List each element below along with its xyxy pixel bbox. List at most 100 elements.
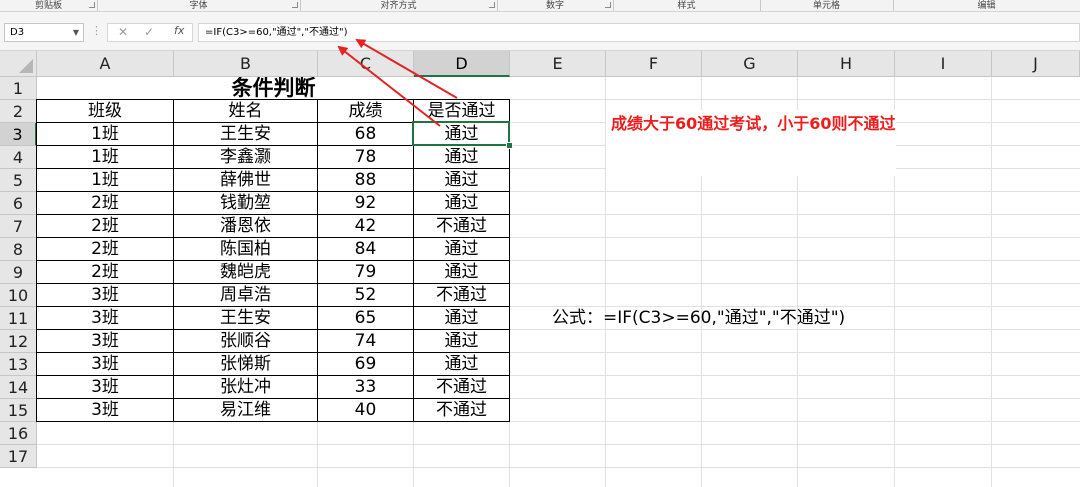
name-cell[interactable]: 薛佛世 — [174, 169, 318, 192]
row-header-14[interactable]: 14 — [0, 376, 37, 399]
formula-input[interactable]: =IF(C3>=60,"通过","不通过") — [198, 23, 1080, 42]
column-header-d[interactable]: D — [414, 51, 510, 77]
name-box-value: D3 — [10, 27, 25, 38]
column-header-f[interactable]: F — [606, 51, 702, 77]
column-title-cell[interactable]: 是否通过 — [414, 100, 510, 123]
row-header-6[interactable]: 6 — [0, 192, 37, 215]
name-cell[interactable]: 张悌斯 — [174, 353, 318, 376]
class-cell[interactable]: 2班 — [37, 192, 174, 215]
dialog-launcher-icon[interactable] — [89, 2, 95, 8]
ribbon-group-5: 单元格 — [760, 0, 894, 11]
score-cell[interactable]: 42 — [318, 215, 414, 238]
name-cell[interactable]: 陈国柏 — [174, 238, 318, 261]
fill-handle[interactable] — [506, 142, 513, 149]
column-header-c[interactable]: C — [318, 51, 414, 77]
pass-status-cell[interactable]: 通过 — [414, 353, 510, 376]
dialog-launcher-icon[interactable] — [605, 2, 611, 8]
pass-status-cell[interactable]: 通过 — [414, 330, 510, 353]
class-cell[interactable]: 1班 — [37, 169, 174, 192]
column-header-j[interactable]: J — [992, 51, 1080, 77]
class-cell[interactable]: 2班 — [37, 261, 174, 284]
class-cell[interactable]: 3班 — [37, 330, 174, 353]
name-cell[interactable]: 易江维 — [174, 399, 318, 422]
name-cell[interactable]: 钱勤堃 — [174, 192, 318, 215]
score-cell[interactable]: 33 — [318, 376, 414, 399]
score-cell[interactable]: 74 — [318, 330, 414, 353]
row-header-1[interactable]: 1 — [0, 77, 37, 100]
name-cell[interactable]: 王生安 — [174, 307, 318, 330]
name-cell[interactable]: 李鑫灏 — [174, 146, 318, 169]
ribbon-group-3: 数字 — [497, 0, 614, 11]
name-cell[interactable]: 张灶冲 — [174, 376, 318, 399]
row-header-17[interactable]: 17 — [0, 445, 37, 468]
class-cell[interactable]: 3班 — [37, 307, 174, 330]
pass-status-cell[interactable]: 通过 — [414, 307, 510, 330]
class-cell[interactable]: 1班 — [37, 123, 174, 146]
score-cell[interactable]: 40 — [318, 399, 414, 422]
class-cell[interactable]: 3班 — [37, 399, 174, 422]
class-cell[interactable]: 3班 — [37, 353, 174, 376]
row-header-9[interactable]: 9 — [0, 261, 37, 284]
row-header-5[interactable]: 5 — [0, 169, 37, 192]
pass-status-cell[interactable]: 不通过 — [414, 284, 510, 307]
column-title-cell[interactable]: 班级 — [37, 100, 174, 123]
score-cell[interactable]: 84 — [318, 238, 414, 261]
row-header-12[interactable]: 12 — [0, 330, 37, 353]
name-cell[interactable]: 周卓浩 — [174, 284, 318, 307]
pass-status-cell[interactable]: 通过 — [414, 192, 510, 215]
name-box[interactable]: D3 ▼ — [4, 23, 84, 42]
score-cell[interactable]: 79 — [318, 261, 414, 284]
row-header-16[interactable]: 16 — [0, 422, 37, 445]
check-icon[interactable]: ✓ — [144, 25, 154, 39]
column-header-b[interactable]: B — [174, 51, 318, 77]
row-header-2[interactable]: 2 — [0, 100, 37, 123]
class-cell[interactable]: 2班 — [37, 215, 174, 238]
score-cell[interactable]: 78 — [318, 146, 414, 169]
pass-status-cell[interactable]: 不通过 — [414, 376, 510, 399]
score-cell[interactable]: 52 — [318, 284, 414, 307]
column-title-cell[interactable]: 成绩 — [318, 100, 414, 123]
row-header-11[interactable]: 11 — [0, 307, 37, 330]
column-title-cell[interactable]: 姓名 — [174, 100, 318, 123]
score-cell[interactable]: 88 — [318, 169, 414, 192]
dialog-launcher-icon[interactable] — [292, 2, 298, 8]
score-cell[interactable]: 65 — [318, 307, 414, 330]
column-header-g[interactable]: G — [702, 51, 798, 77]
chevron-down-icon[interactable]: ▼ — [73, 24, 79, 41]
pass-status-cell[interactable]: 通过 — [414, 146, 510, 169]
column-header-a[interactable]: A — [37, 51, 174, 77]
pass-status-cell[interactable]: 通过 — [414, 261, 510, 284]
pass-status-cell[interactable]: 通过 — [414, 238, 510, 261]
class-cell[interactable]: 1班 — [37, 146, 174, 169]
select-all-button[interactable] — [0, 51, 37, 77]
class-cell[interactable]: 3班 — [37, 376, 174, 399]
column-header-h[interactable]: H — [798, 51, 895, 77]
ribbon-group-1: 字体 — [97, 0, 301, 11]
class-cell[interactable]: 2班 — [37, 238, 174, 261]
row-header-10[interactable]: 10 — [0, 284, 37, 307]
name-cell[interactable]: 魏皑虎 — [174, 261, 318, 284]
formula-bar: D3 ▼ ⋮ ✕ ✓ fx =IF(C3>=60,"通过","不通过") — [0, 12, 1080, 51]
row-header-15[interactable]: 15 — [0, 399, 37, 422]
name-cell[interactable]: 王生安 — [174, 123, 318, 146]
row-header-3[interactable]: 3 — [0, 123, 37, 146]
score-cell[interactable]: 68 — [318, 123, 414, 146]
class-cell[interactable]: 3班 — [37, 284, 174, 307]
insert-function-icon[interactable]: fx — [174, 24, 184, 37]
name-cell[interactable]: 潘恩依 — [174, 215, 318, 238]
row-header-8[interactable]: 8 — [0, 238, 37, 261]
pass-status-cell[interactable]: 通过 — [414, 169, 510, 192]
column-header-e[interactable]: E — [510, 51, 606, 77]
row-header-4[interactable]: 4 — [0, 146, 37, 169]
pass-status-cell[interactable]: 不通过 — [414, 215, 510, 238]
column-header-i[interactable]: I — [895, 51, 992, 77]
dialog-launcher-icon[interactable] — [489, 2, 495, 8]
close-icon[interactable]: ✕ — [118, 25, 128, 39]
worksheet: ABCDEFGHIJ 1 2 3 4 5 6 7 8 9 10 11 12 13 14 15 16 17 条件判… — [0, 51, 1080, 487]
row-header-7[interactable]: 7 — [0, 215, 37, 238]
name-cell[interactable]: 张顺谷 — [174, 330, 318, 353]
pass-status-cell[interactable]: 不通过 — [414, 399, 510, 422]
score-cell[interactable]: 69 — [318, 353, 414, 376]
row-header-13[interactable]: 13 — [0, 353, 37, 376]
score-cell[interactable]: 92 — [318, 192, 414, 215]
